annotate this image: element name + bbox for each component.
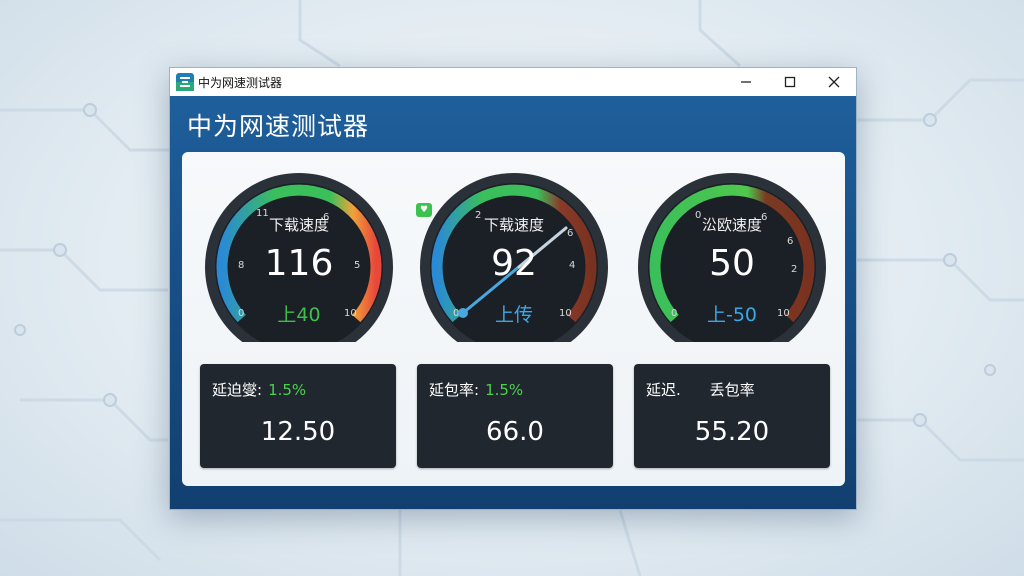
gauge-sub-label: 上40	[277, 304, 321, 326]
gauge-value: 116	[264, 243, 334, 284]
close-button[interactable]	[812, 68, 856, 96]
card-label-text: 延迫燮:	[212, 381, 263, 399]
card-label: 延包率: 1.5%	[429, 379, 523, 400]
gauge-sub-label: 上传	[494, 304, 533, 326]
maximize-button[interactable]	[768, 68, 812, 96]
gauge-label: 㳂欧速度	[701, 216, 762, 234]
third-speed-gauge: 0 6 6 2 0 10 㳂欧速度 50 上-50	[637, 172, 827, 342]
gauge-value: 92	[491, 243, 537, 284]
packet-loss-card: 延包率: 1.5% 66.0	[417, 364, 613, 468]
card-value: 12.50	[260, 417, 336, 447]
card-value: 66.0	[486, 417, 544, 447]
app-heading: 中为网速测试器	[187, 112, 370, 141]
window-title: 中为网速测试器	[198, 76, 283, 90]
card-label: 延迫燮: 1.5%	[212, 379, 306, 400]
card-label-text: 延包率:	[429, 381, 480, 399]
latency-card: 延迫燮: 1.5% 12.50	[200, 364, 396, 468]
speed-panel: 11 6 8 5 0 10 下载速度 116 上40 ♥ 2 6 4 0 10 …	[182, 152, 845, 486]
app-window: 中为网速测试器 中为网速测试器 11 6 8 5 0 10 下载速度 116 上…	[169, 67, 857, 510]
minimize-icon	[741, 81, 751, 83]
title-bar[interactable]: 中为网速测试器	[170, 68, 856, 96]
card-label: 延迟. 丢包率	[646, 379, 755, 400]
upload-gauge: 2 6 4 0 10 下载速度 92 上传	[419, 172, 609, 342]
card-label-text: 延迟.	[646, 381, 681, 399]
card-percent: 1.5%	[485, 381, 524, 399]
download-gauge: 11 6 8 5 0 10 下载速度 116 上40	[204, 172, 394, 342]
close-icon	[828, 76, 840, 88]
gauge-value: 50	[709, 243, 755, 284]
app-logo-icon	[176, 73, 194, 91]
minimize-button[interactable]	[724, 68, 768, 96]
gauge-label: 下载速度	[483, 216, 544, 234]
card-value: 55.20	[694, 417, 770, 447]
app-content: 中为网速测试器 11 6 8 5 0 10 下载速度 116 上40 ♥ 2 6…	[170, 96, 856, 509]
gauge-sub-label: 上-50	[706, 304, 758, 326]
card-label-text-secondary: 丢包率	[709, 381, 755, 399]
latency-loss-card: 延迟. 丢包率 55.20	[634, 364, 830, 468]
card-percent: 1.5%	[268, 381, 307, 399]
gauge-label: 下载速度	[268, 216, 329, 234]
maximize-icon	[784, 76, 796, 88]
